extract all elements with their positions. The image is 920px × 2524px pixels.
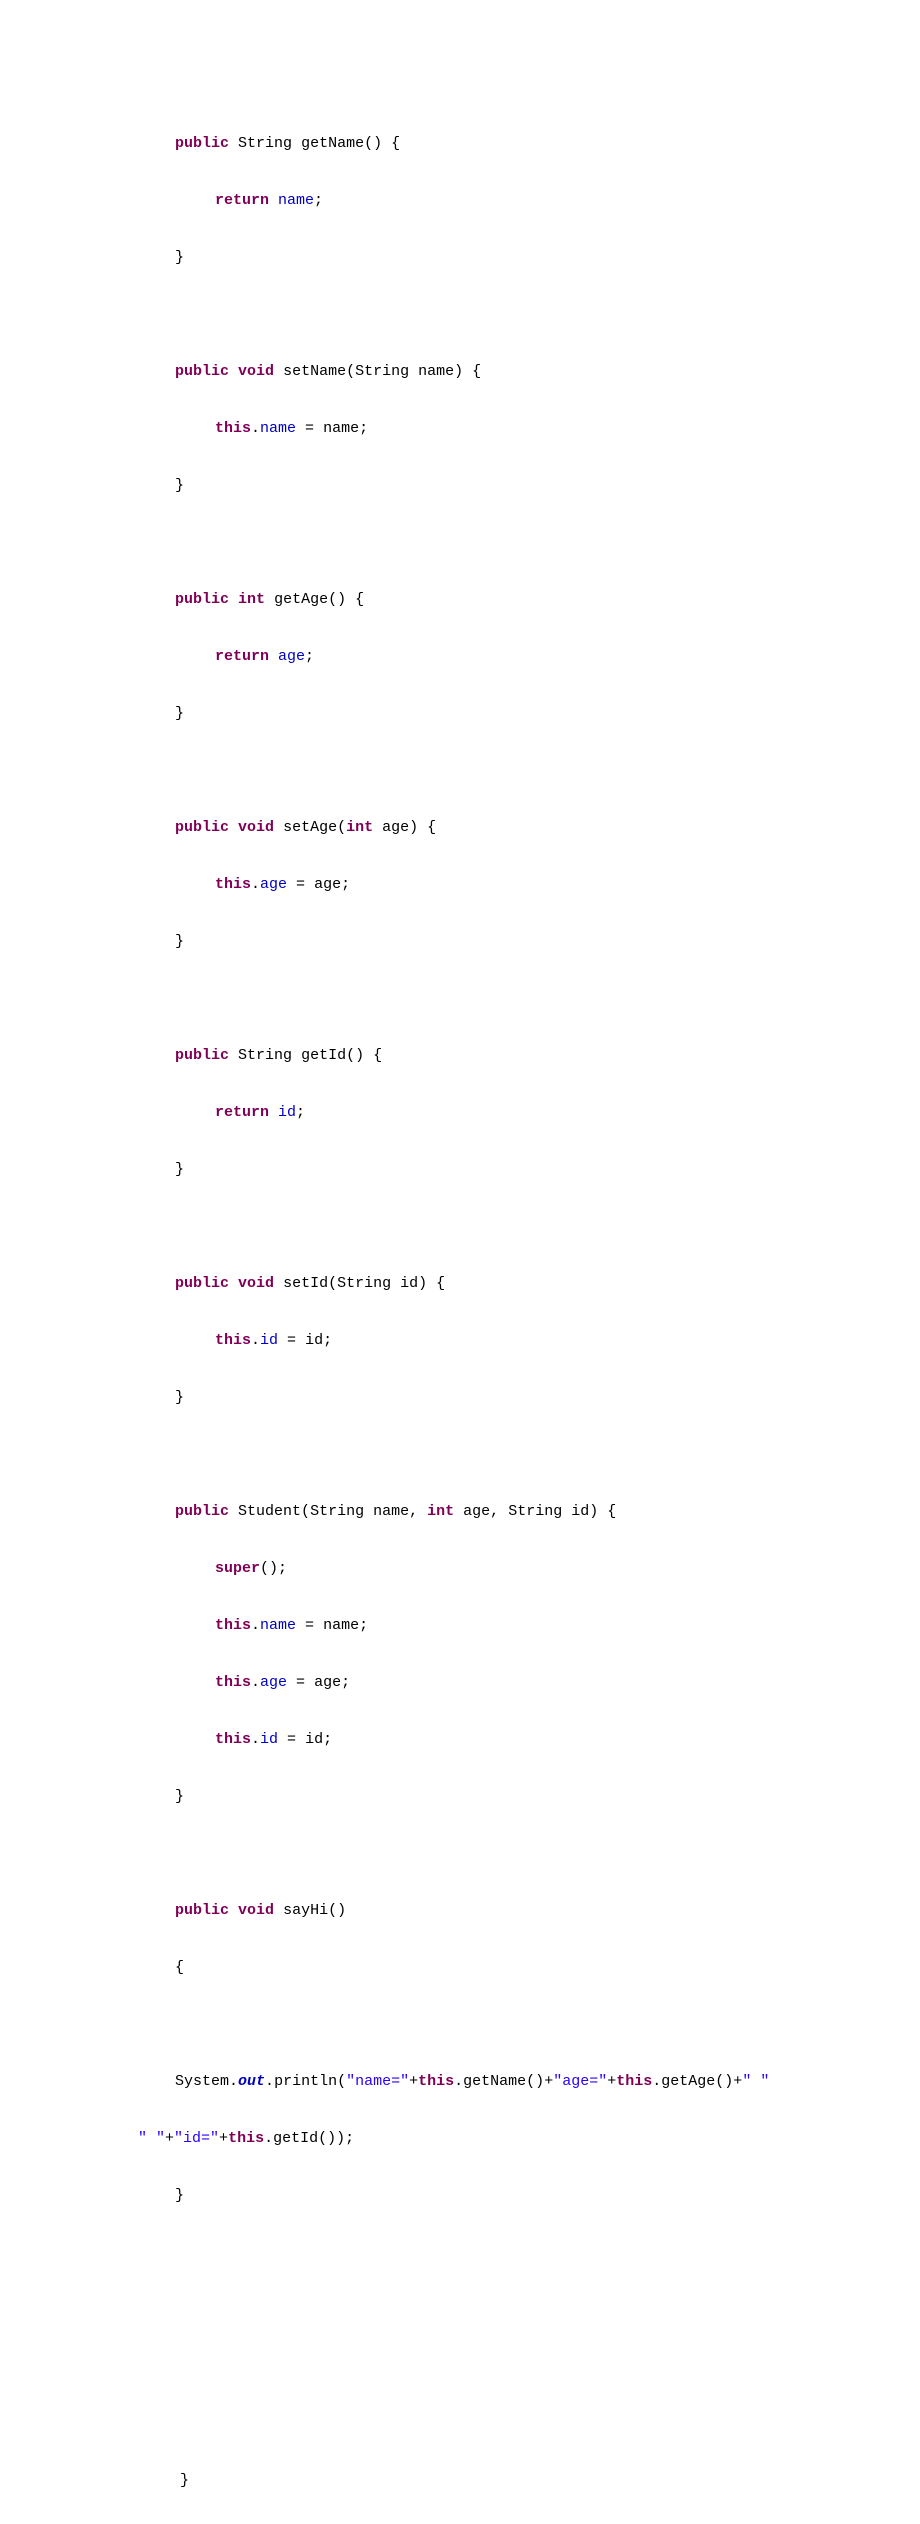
blank-line (0, 301, 920, 330)
line-ctor-super: super(); (0, 1555, 920, 1584)
line-setName-body: this.name = name; (0, 415, 920, 444)
line-sayHi-end: } (0, 2182, 920, 2211)
blank-line (0, 2011, 920, 2040)
line-ctor-age: this.age = age; (0, 1669, 920, 1698)
blank-line (0, 2353, 920, 2382)
line-setId-sig: public void setId(String id) { (0, 1270, 920, 1299)
line-setAge-end: } (0, 928, 920, 957)
line-ctor-id: this.id = id; (0, 1726, 920, 1755)
line-getAge-ret: return age; (0, 643, 920, 672)
line-getName-end: } (0, 244, 920, 273)
code-block: public String getName() { return name; }… (0, 130, 920, 2524)
blank-line (0, 1840, 920, 1869)
line-getId-ret: return id; (0, 1099, 920, 1128)
blank-line (0, 985, 920, 1014)
blank-line (0, 529, 920, 558)
line-class-end: } (0, 2467, 920, 2496)
line-getName-sig: public String getName() { (0, 130, 920, 159)
code-page: public String getName() { return name; }… (0, 0, 920, 2524)
line-getName-ret: return name; (0, 187, 920, 216)
blank-line (0, 1441, 920, 1470)
line-sayHi-open: { (0, 1954, 920, 1983)
line-println-2: " "+"id="+this.getId()); (0, 2125, 920, 2154)
line-getId-end: } (0, 1156, 920, 1185)
line-ctor-name: this.name = name; (0, 1612, 920, 1641)
blank-line (0, 757, 920, 786)
line-getAge-end: } (0, 700, 920, 729)
line-sayHi-sig: public void sayHi() (0, 1897, 920, 1926)
line-setName-end: } (0, 472, 920, 501)
line-getId-sig: public String getId() { (0, 1042, 920, 1071)
line-setAge-body: this.age = age; (0, 871, 920, 900)
line-println-1: System.out.println("name="+this.getName(… (0, 2068, 920, 2097)
line-setId-end: } (0, 1384, 920, 1413)
line-setId-body: this.id = id; (0, 1327, 920, 1356)
line-setName-sig: public void setName(String name) { (0, 358, 920, 387)
line-setAge-sig: public void setAge(int age) { (0, 814, 920, 843)
blank-line (0, 2239, 920, 2268)
blank-line (0, 2410, 920, 2439)
line-ctor-sig: public Student(String name, int age, Str… (0, 1498, 920, 1527)
blank-line (0, 1213, 920, 1242)
blank-line (0, 2296, 920, 2325)
line-ctor-end: } (0, 1783, 920, 1812)
line-getAge-sig: public int getAge() { (0, 586, 920, 615)
